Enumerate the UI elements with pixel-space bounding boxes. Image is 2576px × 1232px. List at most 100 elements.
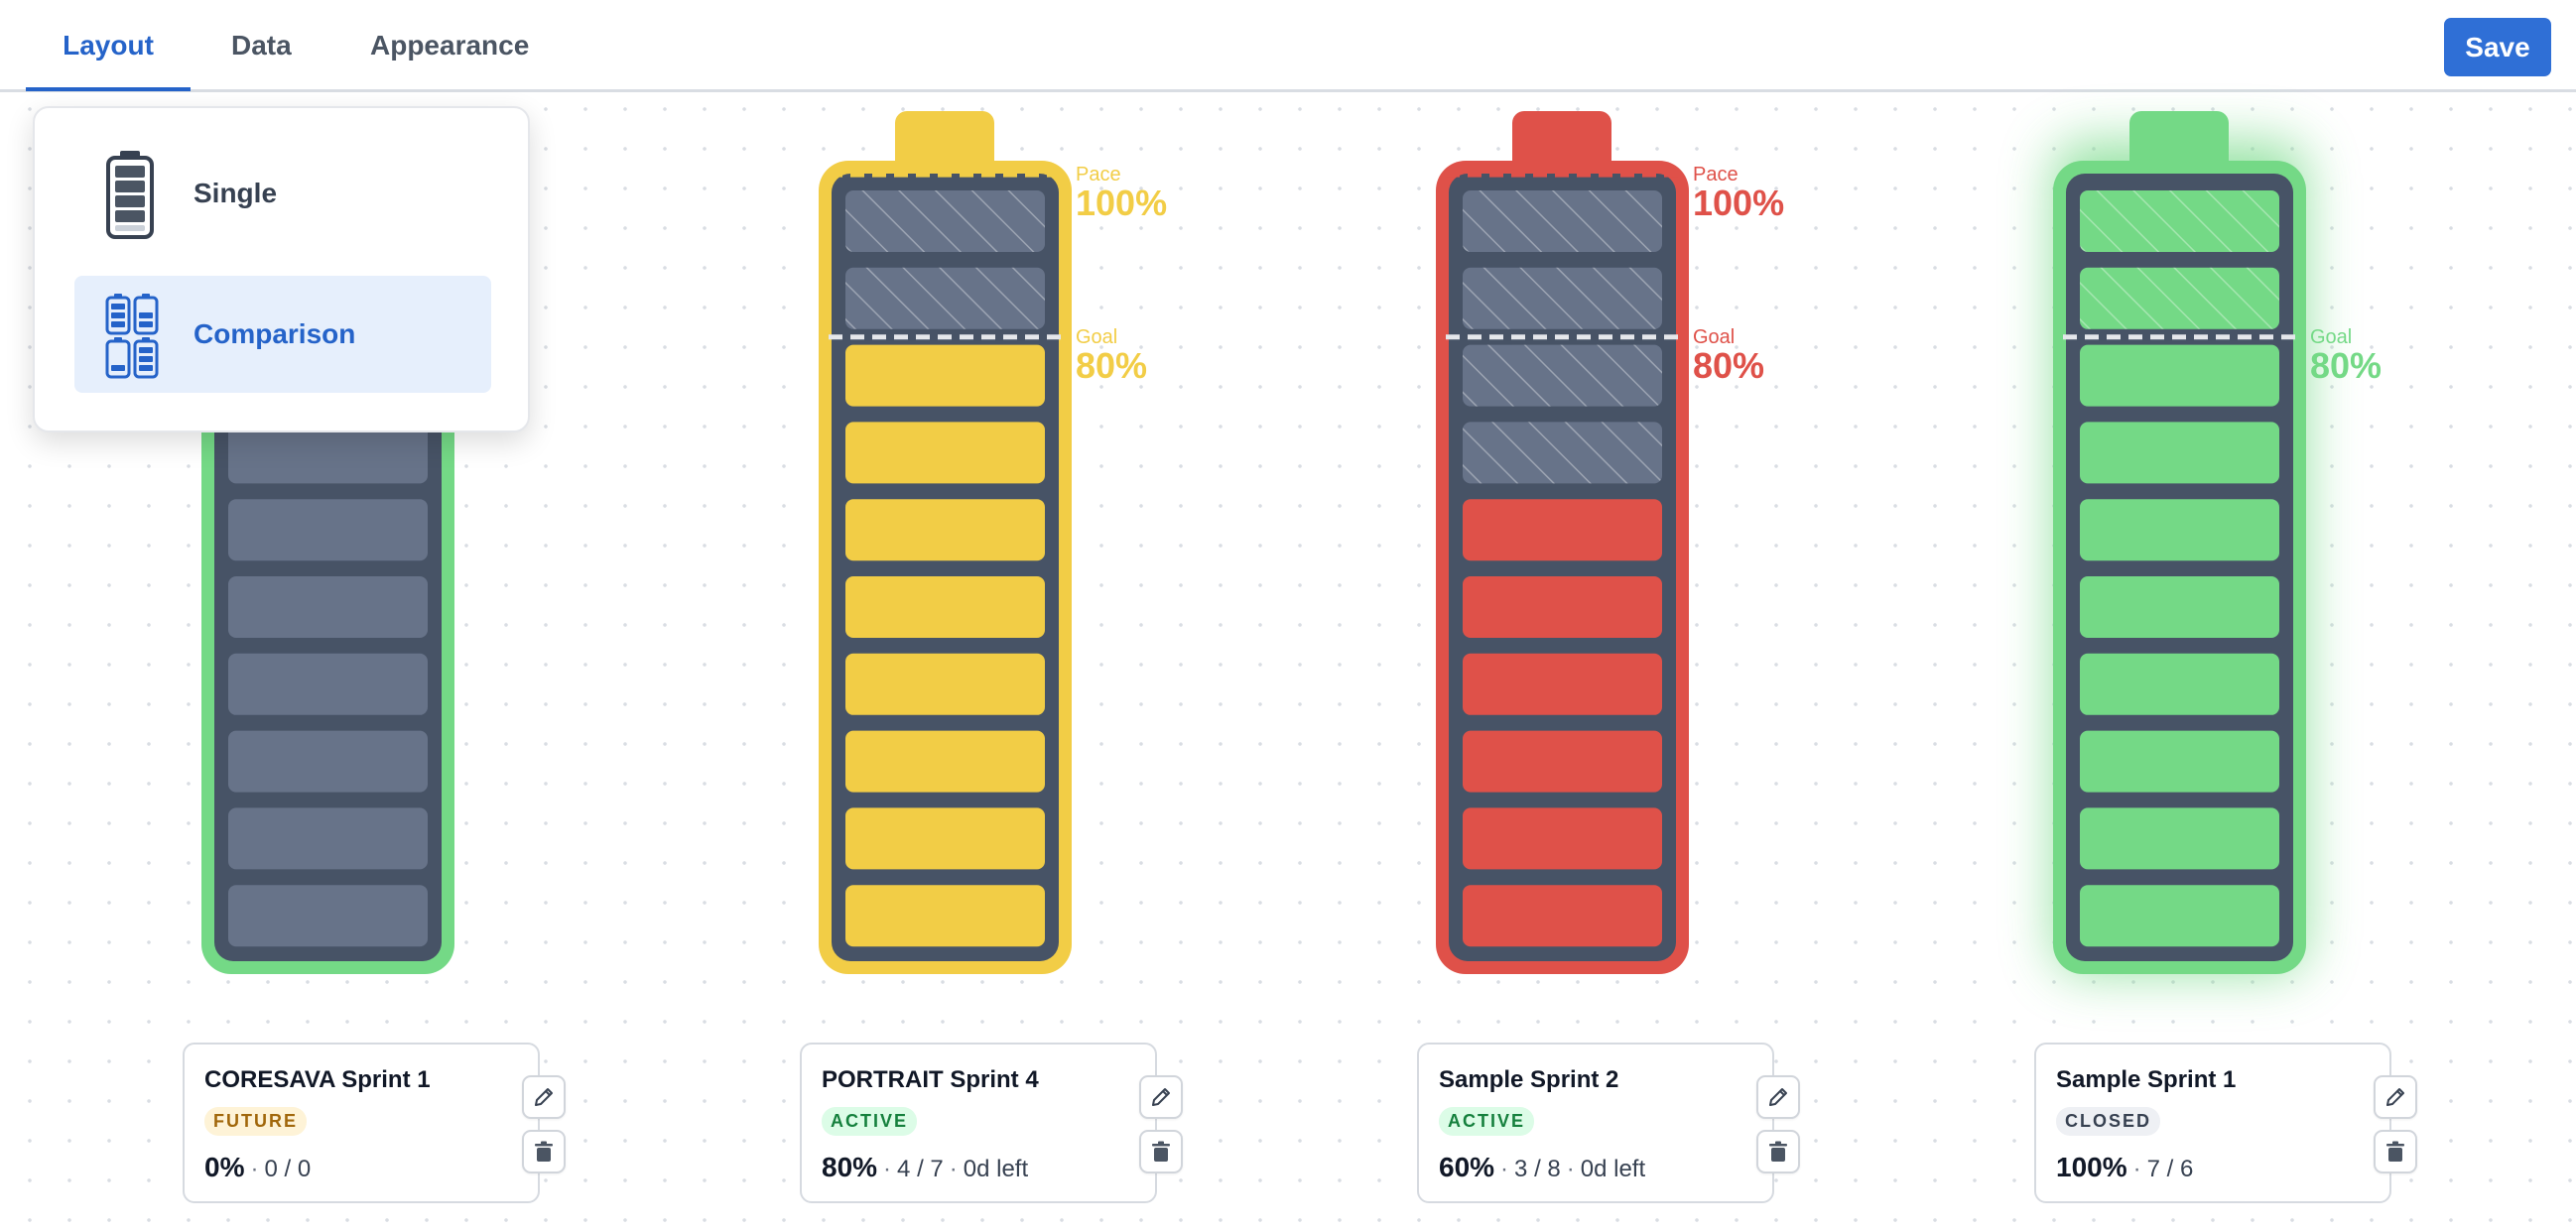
option-label: Single bbox=[193, 178, 278, 208]
trash-icon bbox=[1152, 1141, 1170, 1162]
edit-button[interactable] bbox=[2374, 1075, 2417, 1119]
battery-segment bbox=[845, 807, 1045, 870]
save-button[interactable]: Save bbox=[2444, 18, 2551, 76]
battery-segment bbox=[845, 653, 1045, 715]
pace-label-caption: Pace bbox=[1693, 164, 1739, 186]
delete-button[interactable] bbox=[1756, 1130, 1800, 1173]
goal-label-caption: Goal bbox=[2310, 325, 2353, 348]
edit-button[interactable] bbox=[1756, 1075, 1800, 1119]
battery-segment bbox=[845, 422, 1045, 484]
edit-button[interactable] bbox=[1139, 1075, 1183, 1119]
pencil-icon bbox=[535, 1088, 553, 1106]
segment-hatch bbox=[1463, 422, 1662, 484]
battery-segment bbox=[845, 885, 1045, 947]
battery-segment bbox=[2080, 730, 2279, 793]
progress-count: 0 / 0 bbox=[264, 1156, 312, 1182]
delete-button[interactable] bbox=[2374, 1130, 2417, 1173]
percent-value: 80% bbox=[822, 1152, 878, 1182]
battery-segment bbox=[228, 807, 428, 870]
goal-label-caption: Goal bbox=[1076, 325, 1118, 348]
progress-count: 7 / 6 bbox=[2146, 1156, 2194, 1182]
goal-label-value: 80% bbox=[2310, 344, 2383, 386]
pace-label: Pace 100% bbox=[1693, 165, 1784, 221]
goal-label: Goal80% bbox=[2310, 327, 2382, 384]
time-left: 0d left bbox=[1580, 1156, 1646, 1182]
status-badge: CLOSED bbox=[2056, 1107, 2161, 1136]
battery-segment bbox=[845, 499, 1045, 561]
sprint-name: PORTRAIT Sprint 4 bbox=[822, 1066, 1039, 1093]
battery-graphic bbox=[2053, 111, 2306, 974]
delete-button[interactable] bbox=[522, 1130, 566, 1173]
battery-segment bbox=[2080, 885, 2279, 947]
battery-3 bbox=[1994, 52, 2366, 1034]
layout-dropdown: Single Comparison bbox=[33, 106, 530, 432]
battery-segment bbox=[2080, 422, 2279, 484]
sprint-stats: 0% · 0 / 0 bbox=[204, 1152, 312, 1182]
battery-segment bbox=[228, 499, 428, 561]
percent-value: 100% bbox=[2056, 1152, 2127, 1182]
battery-segment bbox=[845, 730, 1045, 793]
layout-option-comparison[interactable]: Comparison bbox=[74, 276, 491, 393]
segment-hatch bbox=[2080, 267, 2279, 329]
segment-hatch bbox=[2080, 190, 2279, 252]
percent-value: 0% bbox=[204, 1152, 245, 1182]
sprint-stats: 80% · 4 / 7 · 0d left bbox=[822, 1152, 1029, 1182]
sprint-name: Sample Sprint 1 bbox=[2056, 1066, 2237, 1093]
battery-segment bbox=[2080, 499, 2279, 561]
segment-hatch bbox=[1463, 344, 1662, 407]
pace-label-value: 100% bbox=[1693, 183, 1785, 224]
segment-hatch bbox=[845, 267, 1045, 329]
percent-value: 60% bbox=[1439, 1152, 1495, 1182]
segment-hatch bbox=[1463, 190, 1662, 252]
battery-segment bbox=[228, 576, 428, 638]
trash-icon bbox=[1769, 1141, 1787, 1162]
battery-segment bbox=[1463, 653, 1662, 715]
goal-label-value: 80% bbox=[1076, 344, 1148, 386]
option-label: Comparison bbox=[193, 318, 356, 349]
battery-comparison-icon bbox=[105, 294, 159, 379]
trash-icon bbox=[2386, 1141, 2404, 1162]
battery-segment bbox=[2080, 576, 2279, 638]
status-badge: ACTIVE bbox=[1439, 1107, 1535, 1136]
battery-segment bbox=[1463, 885, 1662, 947]
battery-segment bbox=[228, 730, 428, 793]
pencil-icon bbox=[1769, 1088, 1787, 1106]
battery-segment bbox=[2080, 807, 2279, 870]
pace-label-caption: Pace bbox=[1076, 164, 1121, 186]
progress-count: 3 / 8 bbox=[1514, 1156, 1561, 1182]
layout-option-single[interactable]: Single bbox=[74, 135, 491, 252]
status-badge: ACTIVE bbox=[822, 1107, 918, 1136]
battery-card-2: Sample Sprint 2 ACTIVE 60% · 3 / 8 · 0d left bbox=[1417, 1043, 1800, 1203]
pencil-icon bbox=[1152, 1088, 1170, 1106]
goal-label: Goal80% bbox=[1693, 327, 1764, 384]
pace-label: Pace 100% bbox=[1076, 165, 1167, 221]
battery-card-3: Sample Sprint 1 CLOSED 100% · 7 / 6 bbox=[2034, 1043, 2417, 1203]
pencil-icon bbox=[2386, 1088, 2404, 1106]
battery-single-icon bbox=[106, 151, 154, 239]
battery-card-1: PORTRAIT Sprint 4 ACTIVE 80% · 4 / 7 · 0d le… bbox=[800, 1043, 1183, 1203]
sprint-stats: 100% · 7 / 6 bbox=[2056, 1152, 2194, 1182]
trash-icon bbox=[535, 1141, 553, 1162]
goal-label: Goal80% bbox=[1076, 327, 1147, 384]
battery-card-0: CORESAVA Sprint 1 FUTURE 0% · 0 / 0 bbox=[183, 1043, 566, 1203]
segment-hatch bbox=[1463, 267, 1662, 329]
progress-count: 4 / 7 bbox=[897, 1156, 944, 1182]
sprint-name: Sample Sprint 2 bbox=[1439, 1066, 1619, 1093]
battery-segment bbox=[845, 344, 1045, 407]
battery-segment bbox=[845, 576, 1045, 638]
battery-segment bbox=[228, 653, 428, 715]
goal-label-caption: Goal bbox=[1693, 325, 1736, 348]
sprint-name: CORESAVA Sprint 1 bbox=[204, 1066, 431, 1093]
delete-button[interactable] bbox=[1139, 1130, 1183, 1173]
segment-hatch bbox=[845, 190, 1045, 252]
pace-label-value: 100% bbox=[1076, 183, 1168, 224]
battery-segment bbox=[2080, 344, 2279, 407]
edit-button[interactable] bbox=[522, 1075, 566, 1119]
battery-segment bbox=[1463, 730, 1662, 793]
battery-segment bbox=[1463, 576, 1662, 638]
goal-label-value: 80% bbox=[1693, 344, 1765, 386]
sprint-stats: 60% · 3 / 8 · 0d left bbox=[1439, 1152, 1646, 1182]
battery-segment bbox=[2080, 653, 2279, 715]
battery-segment bbox=[228, 885, 428, 947]
battery-segment bbox=[1463, 807, 1662, 870]
